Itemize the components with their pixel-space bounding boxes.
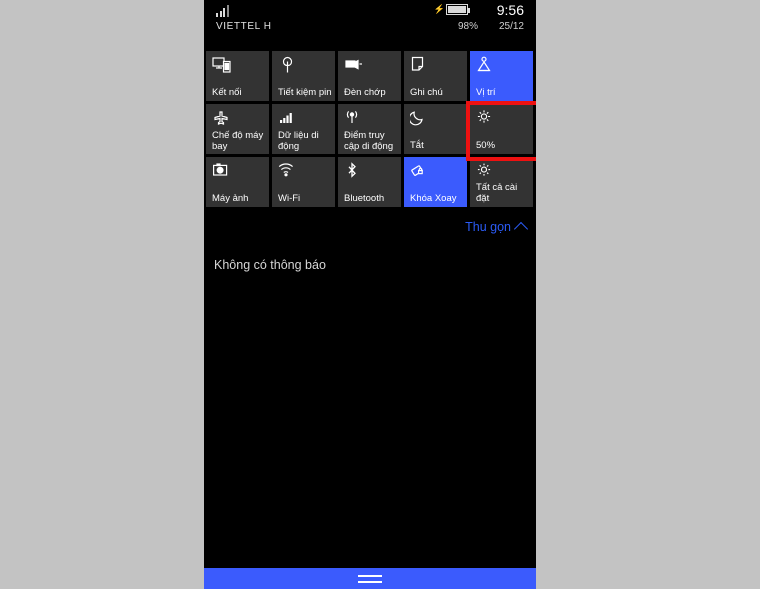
tile-may-anh[interactable]: Máy ảnh: [206, 157, 269, 207]
tile-label: Bluetooth: [344, 193, 385, 204]
tile-label: Wi-Fi: [278, 193, 301, 204]
carrier-name: VIETTEL H: [216, 21, 272, 32]
flashlight-icon: [344, 56, 364, 74]
tile-label: Chế độ máy bay: [212, 130, 264, 152]
tile-khoa-xoay[interactable]: Khóa Xoay: [404, 157, 467, 207]
leaf-battery-saver-icon: [278, 56, 298, 74]
collapse-label: Thu gọn: [465, 220, 511, 234]
quick-actions-grid: Kết nối Tiết kiệm pin Đèn chớp Ghi chú V…: [206, 51, 536, 210]
tile-vi-tri[interactable]: Vị trí: [470, 51, 533, 101]
bottom-navigation-bar[interactable]: [204, 568, 536, 589]
camera-icon: [212, 162, 232, 180]
nav-handle-icon[interactable]: [358, 574, 382, 583]
tile-ket-noi[interactable]: Kết nối: [206, 51, 269, 101]
tile-label: Tất cả cài đặt: [476, 182, 518, 204]
brightness-sun-icon: [476, 109, 496, 127]
location-pin-icon: [476, 56, 496, 74]
tile-tiet-kiem-pin[interactable]: Tiết kiệm pin: [272, 51, 335, 101]
signal-bars-icon: [216, 5, 230, 17]
tile-tat-ca-cai-dat[interactable]: Tất cả cài đặt: [470, 157, 533, 207]
connect-devices-icon: [212, 56, 232, 74]
tile-label: 50%: [476, 140, 496, 151]
battery-charging-icon: ⚡: [433, 4, 470, 15]
tile-diem-truy-cap-di-dong[interactable]: Điểm truy cập di động: [338, 104, 401, 154]
tile-brightness[interactable]: 50%: [470, 104, 533, 154]
quick-actions-row: Chế độ máy bay Dữ liệu di động Điểm truy…: [206, 104, 536, 154]
tile-label: Dữ liệu di động: [278, 130, 319, 152]
wifi-icon: [278, 162, 298, 180]
tile-label: Tắt: [410, 140, 424, 151]
tile-label: Máy ảnh: [212, 193, 249, 204]
rotation-lock-icon: [410, 162, 430, 180]
quick-actions-row: Máy ảnh Wi-Fi Bluetooth Khóa Xoay Tất cả…: [206, 157, 536, 207]
tile-quiet-hours[interactable]: Tắt: [404, 104, 467, 154]
note-page-icon: [410, 56, 430, 74]
tile-du-lieu-di-dong[interactable]: Dữ liệu di động: [272, 104, 335, 154]
tile-bluetooth[interactable]: Bluetooth: [338, 157, 401, 207]
tile-wifi[interactable]: Wi-Fi: [272, 157, 335, 207]
no-notifications-text: Không có thông báo: [214, 258, 326, 272]
status-date: 25/12: [498, 21, 524, 32]
phone-screen: VIETTEL H ⚡ 9:56 98% 25/12 Kết nối Tiết …: [204, 0, 536, 589]
tile-ghi-chu[interactable]: Ghi chú: [404, 51, 467, 101]
tile-label: Ghi chú: [410, 87, 443, 98]
tile-che-do-may-bay[interactable]: Chế độ máy bay: [206, 104, 269, 154]
status-bar: VIETTEL H ⚡ 9:56 98% 25/12: [204, 0, 536, 45]
bluetooth-icon: [344, 162, 364, 180]
mobile-hotspot-icon: [344, 109, 364, 127]
tile-label: Khóa Xoay: [410, 193, 457, 204]
moon-quiet-hours-icon: [410, 109, 430, 127]
tile-label: Vị trí: [476, 87, 496, 98]
quick-actions-row: Kết nối Tiết kiệm pin Đèn chớp Ghi chú V…: [206, 51, 536, 101]
charging-bolt-icon: ⚡: [433, 4, 445, 14]
battery-percent-label: 98%: [457, 21, 478, 32]
tile-label: Đèn chớp: [344, 87, 386, 98]
tile-label: Điểm truy cập di động: [344, 130, 394, 152]
gear-settings-icon: [476, 162, 496, 180]
collapse-link[interactable]: Thu gọn: [465, 220, 529, 237]
status-clock: 9:56: [496, 2, 524, 18]
cellular-signal-icon: [278, 109, 298, 127]
chevron-up-icon: [513, 221, 529, 237]
tile-label: Tiết kiệm pin: [278, 87, 332, 98]
tile-den-chop[interactable]: Đèn chớp: [338, 51, 401, 101]
tile-label: Kết nối: [212, 87, 242, 98]
airplane-icon: [212, 109, 232, 127]
